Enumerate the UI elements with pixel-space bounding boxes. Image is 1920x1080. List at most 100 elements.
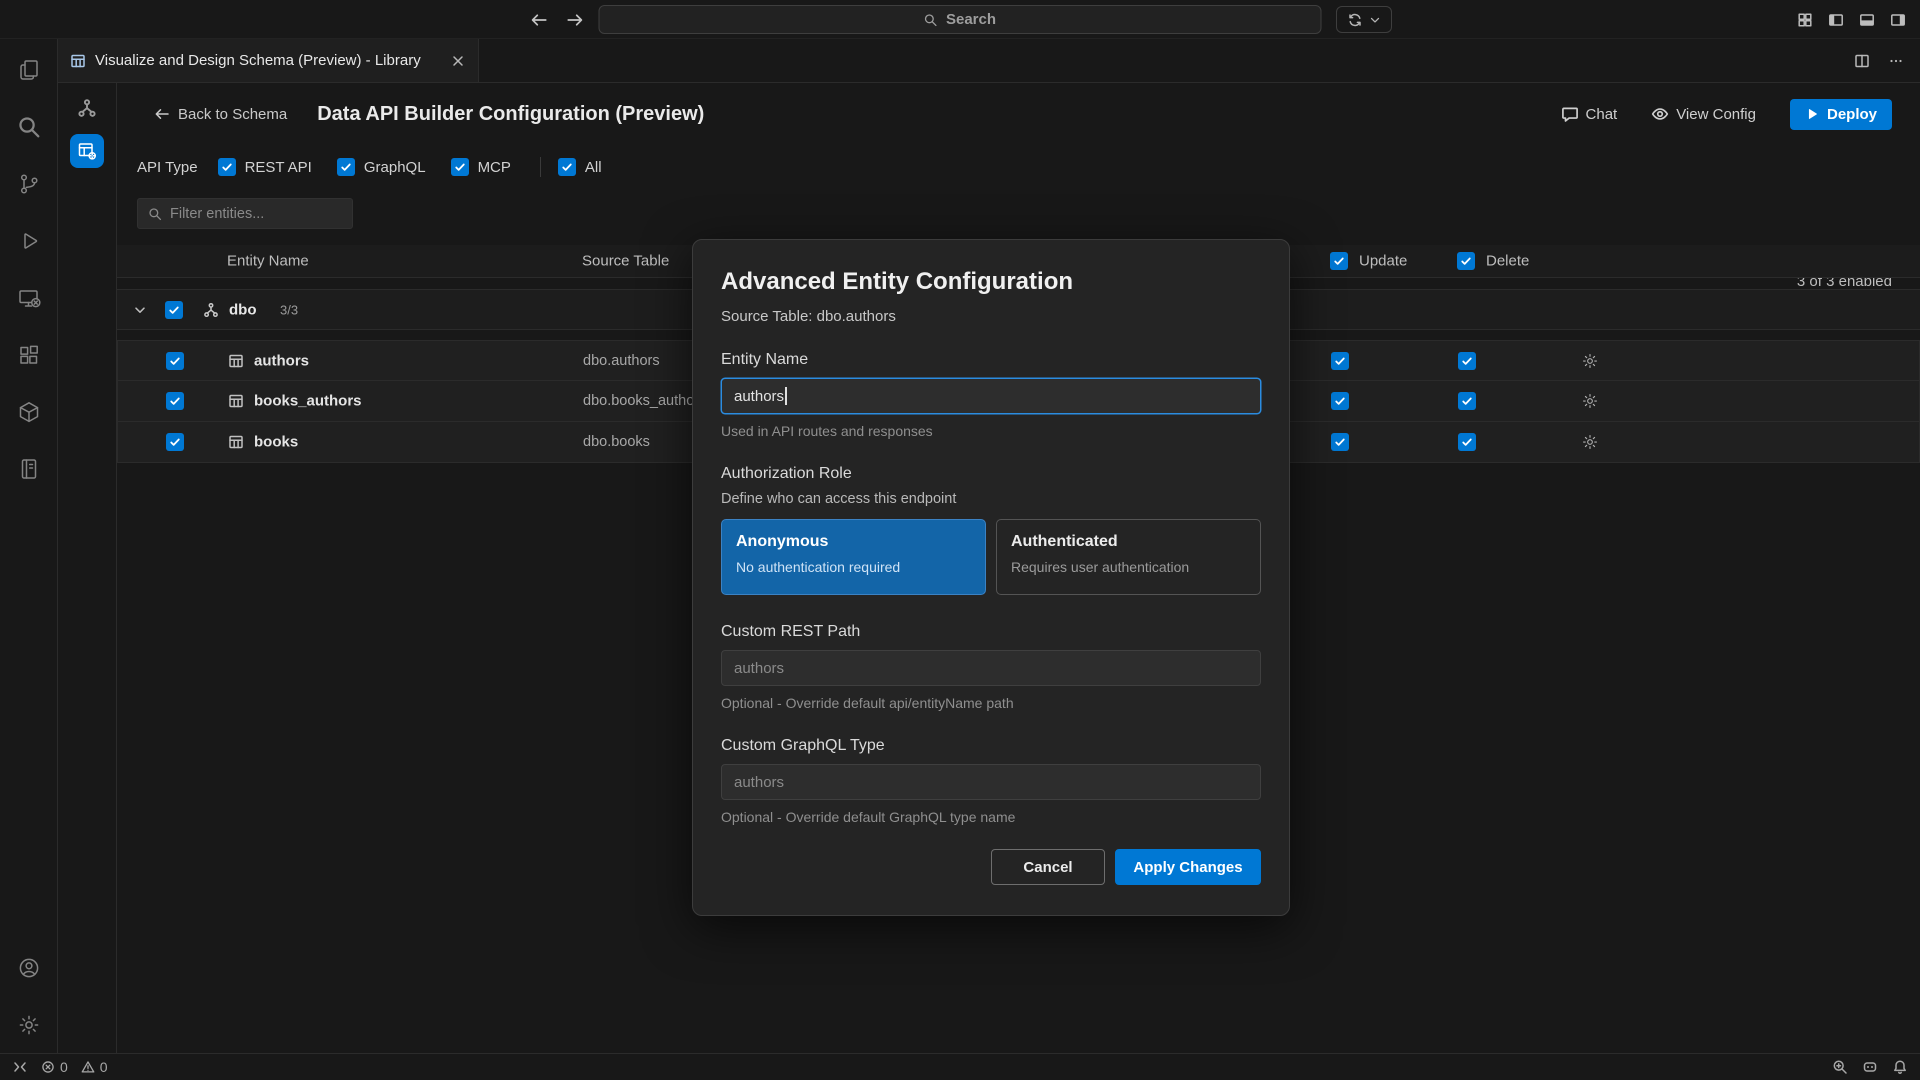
entity-source: dbo.books_authors: [583, 393, 706, 409]
rest-path-placeholder: authors: [734, 660, 784, 677]
remote-icon[interactable]: [12, 1059, 28, 1075]
layout-panel-icon[interactable]: [1859, 12, 1875, 28]
filter-placeholder: Filter entities...: [170, 206, 264, 222]
layout-sidebar-right-icon[interactable]: [1890, 12, 1906, 28]
rest-api-checkbox[interactable]: [218, 158, 236, 176]
status-bar: 0 0: [0, 1053, 1920, 1080]
graphql-checkbox[interactable]: [337, 158, 355, 176]
all-checkbox[interactable]: [558, 158, 576, 176]
titlebar: Search: [0, 0, 1920, 39]
back-arrow-icon[interactable]: [530, 11, 548, 29]
cancel-button[interactable]: Cancel: [991, 849, 1105, 885]
schema-book-icon[interactable]: [0, 440, 58, 497]
table-icon: [228, 393, 244, 409]
forward-arrow-icon[interactable]: [566, 11, 584, 29]
row-checkbox[interactable]: [166, 392, 184, 410]
more-actions-icon[interactable]: [1888, 53, 1904, 69]
update-checkbox[interactable]: [1331, 433, 1349, 451]
entity-name-label: Entity Name: [721, 351, 1261, 369]
sync-dropdown-icon: [1347, 12, 1363, 28]
page-header: Back to Schema Data API Builder Configur…: [137, 97, 1892, 131]
row-settings-gear-icon[interactable]: [1581, 392, 1599, 410]
schema-icon: [203, 302, 219, 318]
extensions-icon[interactable]: [0, 326, 58, 383]
anonymous-desc: No authentication required: [736, 559, 971, 575]
advanced-entity-config-dialog: Advanced Entity Configuration Source Tab…: [692, 239, 1290, 916]
session-dropdown[interactable]: [1336, 6, 1392, 33]
row-settings-gear-icon[interactable]: [1581, 433, 1599, 451]
problems-warnings[interactable]: 0: [81, 1059, 108, 1075]
apply-changes-button[interactable]: Apply Changes: [1115, 849, 1261, 885]
tab-visualize-schema[interactable]: Visualize and Design Schema (Preview) - …: [58, 39, 479, 82]
search-view-icon[interactable]: [0, 98, 58, 155]
entity-source: dbo.books: [583, 434, 650, 450]
row-settings-gear-icon[interactable]: [1581, 352, 1599, 370]
chat-button[interactable]: Chat: [1561, 105, 1618, 123]
table-config-icon[interactable]: [70, 134, 104, 168]
update-all-checkbox[interactable]: [1330, 252, 1348, 270]
chat-label: Chat: [1586, 106, 1618, 123]
entity-name-header: Entity Name: [227, 253, 309, 270]
deploy-button[interactable]: Deploy: [1790, 99, 1892, 130]
database-project-icon[interactable]: [0, 383, 58, 440]
error-count: 0: [60, 1059, 68, 1075]
group-checkbox[interactable]: [165, 301, 183, 319]
authenticated-title: Authenticated: [1011, 533, 1246, 551]
delete-checkbox[interactable]: [1458, 352, 1476, 370]
entity-source: dbo.authors: [583, 353, 660, 369]
layout-sidebar-left-icon[interactable]: [1828, 12, 1844, 28]
graphql-label: GraphQL: [364, 159, 426, 176]
copilot-icon[interactable]: [1862, 1059, 1878, 1075]
designer-toolbar: [58, 83, 117, 1053]
filter-entities-input[interactable]: Filter entities...: [137, 198, 353, 229]
eye-icon: [1651, 105, 1669, 123]
problems-errors[interactable]: 0: [41, 1059, 68, 1075]
rest-path-field[interactable]: authors: [721, 650, 1261, 686]
delete-all-checkbox[interactable]: [1457, 252, 1475, 270]
group-count: 3/3: [280, 302, 298, 317]
all-label: All: [585, 159, 602, 176]
source-control-icon[interactable]: [0, 155, 58, 212]
back-label: Back to Schema: [178, 106, 287, 123]
authenticated-role-card[interactable]: Authenticated Requires user authenticati…: [996, 519, 1261, 595]
tab-actions: [1854, 39, 1904, 83]
divider: [540, 157, 541, 177]
activity-bar: [0, 39, 58, 1053]
entity-name-field[interactable]: authors: [721, 378, 1261, 414]
chevron-down-icon[interactable]: [132, 302, 148, 318]
update-checkbox[interactable]: [1331, 392, 1349, 410]
anonymous-role-card[interactable]: Anonymous No authentication required: [721, 519, 986, 595]
files-icon[interactable]: [0, 41, 58, 98]
graphql-type-field[interactable]: authors: [721, 764, 1261, 800]
account-icon[interactable]: [0, 939, 58, 996]
auth-role-label: Authorization Role: [721, 465, 1261, 483]
graphql-type-label: Custom GraphQL Type: [721, 737, 1261, 755]
bell-icon[interactable]: [1892, 1059, 1908, 1075]
run-debug-icon[interactable]: [0, 212, 58, 269]
back-arrow-icon: [154, 106, 170, 122]
delete-checkbox[interactable]: [1458, 392, 1476, 410]
command-center-search[interactable]: Search: [599, 5, 1322, 34]
mcp-checkbox[interactable]: [451, 158, 469, 176]
auth-role-options: Anonymous No authentication required Aut…: [721, 519, 1261, 595]
row-checkbox[interactable]: [166, 433, 184, 451]
view-config-button[interactable]: View Config: [1651, 105, 1756, 123]
row-checkbox[interactable]: [166, 352, 184, 370]
settings-gear-icon[interactable]: [0, 996, 58, 1053]
mcp-label: MCP: [478, 159, 511, 176]
table-icon: [228, 353, 244, 369]
update-checkbox[interactable]: [1331, 352, 1349, 370]
close-icon[interactable]: [450, 53, 466, 69]
error-circle-icon: [41, 1060, 55, 1074]
schema-hierarchy-icon[interactable]: [70, 91, 104, 125]
delete-checkbox[interactable]: [1458, 433, 1476, 451]
layout-grid-icon[interactable]: [1797, 12, 1813, 28]
api-type-filters: API Type REST API GraphQL MCP: [137, 155, 1892, 179]
monitor-disconnect-icon[interactable]: [0, 269, 58, 326]
page-title: Data API Builder Configuration (Preview): [317, 103, 704, 126]
dialog-buttons: Cancel Apply Changes: [721, 849, 1261, 885]
back-to-schema-link[interactable]: Back to Schema: [154, 106, 287, 123]
warning-count: 0: [100, 1059, 108, 1075]
split-editor-icon[interactable]: [1854, 53, 1870, 69]
zoom-icon[interactable]: [1832, 1059, 1848, 1075]
